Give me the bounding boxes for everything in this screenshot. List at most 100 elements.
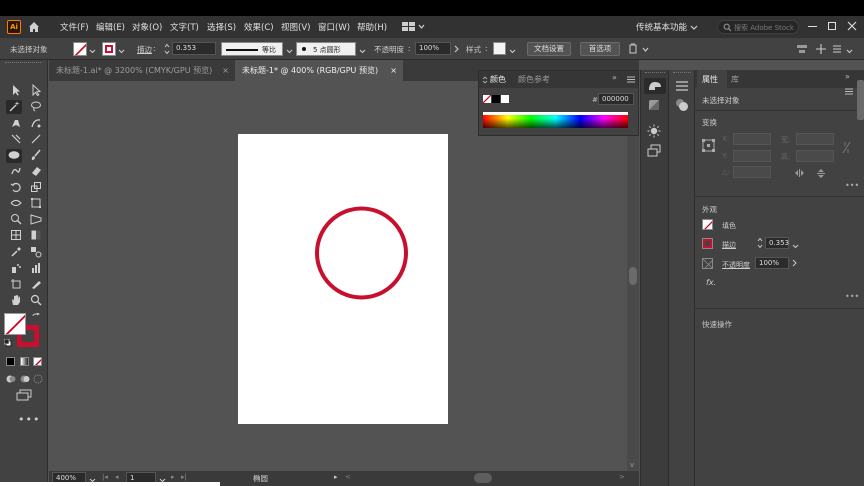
- status-menu-arrow-icon[interactable]: ▸: [334, 473, 338, 481]
- fill-dropdown-chevron-icon[interactable]: [89, 47, 96, 56]
- color-panel-options-icon[interactable]: [482, 76, 488, 86]
- stock-search[interactable]: 搜索 Adobe Stock: [717, 20, 799, 34]
- white-swatch[interactable]: [501, 95, 509, 103]
- menu-view[interactable]: 视图(V): [281, 21, 310, 33]
- panel-menu-chevron-icon[interactable]: [846, 47, 853, 56]
- free-transform-tool-icon[interactable]: [28, 197, 44, 211]
- draw-behind-icon[interactable]: [20, 374, 30, 386]
- mesh-tool-icon[interactable]: [8, 229, 24, 243]
- scroll-up-arrow-icon[interactable]: v: [630, 461, 634, 469]
- style-chevron-icon[interactable]: [509, 47, 516, 56]
- preferences-button[interactable]: 首选项: [580, 42, 620, 56]
- swap-fill-stroke-icon[interactable]: [32, 312, 41, 323]
- stroke-weight-field[interactable]: 0.353: [765, 237, 789, 249]
- home-icon[interactable]: [27, 20, 41, 34]
- properties-scrollbar[interactable]: [857, 80, 864, 120]
- eraser-tool-icon[interactable]: [28, 165, 44, 179]
- stroke-swatch[interactable]: [102, 42, 116, 56]
- pen-tool-icon[interactable]: [8, 117, 24, 131]
- edit-toolbar-icon[interactable]: •••: [18, 413, 40, 426]
- scale-tool-icon[interactable]: [28, 181, 44, 195]
- fill-color-box-none[interactable]: [4, 313, 26, 335]
- fx-button[interactable]: fx.: [706, 278, 716, 287]
- first-artboard-icon[interactable]: |◂: [102, 473, 108, 481]
- magic-wand-tool-icon[interactable]: [6, 100, 22, 114]
- tab-close-icon[interactable]: ×: [222, 60, 229, 81]
- vertical-scrollbar[interactable]: v: [627, 81, 639, 471]
- opacity-label[interactable]: 不透明度: [722, 260, 750, 270]
- lasso-tool-icon[interactable]: [28, 100, 44, 114]
- scroll-right-arrow-icon[interactable]: >: [619, 473, 625, 481]
- horizontal-scrollbar-thumb[interactable]: [474, 473, 492, 483]
- tab-document-cmyk[interactable]: 未标题-1.ai* @ 3200% (CMYK/GPU 预览) ×: [49, 60, 235, 81]
- opacity-expand-icon[interactable]: [792, 259, 797, 269]
- type-tool-icon[interactable]: [8, 133, 24, 147]
- arrange-documents-icon[interactable]: [402, 22, 426, 32]
- panel-menu-icon[interactable]: [845, 88, 853, 97]
- red-circle-shape[interactable]: [315, 206, 408, 300]
- more-options-icon[interactable]: [832, 43, 842, 57]
- hex-field[interactable]: 000000: [598, 93, 634, 105]
- fill-stroke-widget[interactable]: [3, 312, 42, 347]
- stroke-label[interactable]: 描边: [722, 240, 736, 250]
- blend-tool-icon[interactable]: [28, 246, 44, 260]
- panel-menu-icon[interactable]: [627, 76, 635, 85]
- stroke-red-swatch[interactable]: [702, 238, 713, 249]
- tab-library[interactable]: 库: [731, 74, 739, 85]
- opacity-field[interactable]: 100%: [755, 257, 789, 269]
- color-guide-panel-icon[interactable]: [644, 78, 666, 94]
- stroke-label[interactable]: 描边: [137, 44, 152, 55]
- artboard[interactable]: [238, 134, 448, 424]
- none-color-swatch[interactable]: [483, 95, 491, 103]
- appearance-panel-icon[interactable]: [675, 98, 689, 114]
- screen-mode-icon[interactable]: [16, 389, 32, 403]
- selection-tool-icon[interactable]: [8, 84, 24, 98]
- stroke-weight-field[interactable]: 0.353: [172, 42, 216, 55]
- eyedropper-tool-icon[interactable]: [8, 246, 24, 260]
- transform-more-icon[interactable]: •••: [845, 181, 859, 190]
- stroke-profile-select[interactable]: 等比: [221, 42, 283, 56]
- brush-chevron-icon[interactable]: [359, 47, 366, 56]
- zoom-tool-icon[interactable]: [28, 294, 44, 308]
- draw-normal-icon[interactable]: [6, 374, 16, 386]
- maximize-icon[interactable]: [828, 22, 836, 30]
- slice-tool-icon[interactable]: [28, 278, 44, 292]
- shaper-tool-icon[interactable]: [8, 165, 24, 179]
- menu-edit[interactable]: 编辑(E): [96, 21, 125, 33]
- menu-select[interactable]: 选择(S): [207, 21, 236, 33]
- menu-effect[interactable]: 效果(C): [244, 21, 274, 33]
- ellipse-tool-icon[interactable]: [6, 149, 22, 163]
- artboards-panel-icon[interactable]: [647, 144, 661, 160]
- color-panel-icon[interactable]: [647, 98, 661, 114]
- align-icon[interactable]: [796, 43, 808, 57]
- appearance-more-icon[interactable]: •••: [845, 292, 859, 301]
- opacity-expand-icon[interactable]: [454, 45, 459, 55]
- tools-collapse-icon[interactable]: [5, 62, 41, 66]
- color-mode-icon[interactable]: [6, 357, 15, 366]
- black-swatch[interactable]: [492, 95, 500, 103]
- shape-builder-tool-icon[interactable]: [8, 213, 24, 227]
- opacity-field[interactable]: 100%: [415, 42, 451, 55]
- stroke-weight-chevron-icon[interactable]: [792, 242, 799, 251]
- menu-file[interactable]: 文件(F): [60, 21, 89, 33]
- stroke-dropdown-chevron-icon[interactable]: [118, 47, 125, 56]
- minimize-icon[interactable]: [808, 26, 817, 27]
- tab-close-icon[interactable]: ×: [390, 60, 397, 81]
- artboard-tool-icon[interactable]: [8, 278, 24, 292]
- width-tool-icon[interactable]: [8, 197, 24, 211]
- tab-color-guide[interactable]: 颜色参考: [518, 74, 550, 85]
- menu-help[interactable]: 帮助(H): [357, 21, 387, 33]
- column-graph-tool-icon[interactable]: [28, 262, 44, 276]
- menu-object[interactable]: 对象(O): [132, 21, 162, 33]
- stroke-weight-stepper-icon[interactable]: [757, 237, 763, 251]
- stroke-weight-stepper-icon[interactable]: [164, 43, 170, 57]
- menu-window[interactable]: 窗口(W): [318, 21, 350, 33]
- workspace-switcher[interactable]: 传统基本功能: [636, 21, 687, 33]
- paintbrush-tool-icon[interactable]: [28, 149, 44, 163]
- curvature-tool-icon[interactable]: [28, 117, 44, 131]
- none-mode-icon[interactable]: [33, 357, 42, 366]
- arrange-options-icon[interactable]: [629, 43, 651, 57]
- brightness-panel-icon[interactable]: [647, 124, 661, 140]
- draw-inside-icon[interactable]: [33, 374, 43, 386]
- line-segment-tool-icon[interactable]: [28, 133, 44, 147]
